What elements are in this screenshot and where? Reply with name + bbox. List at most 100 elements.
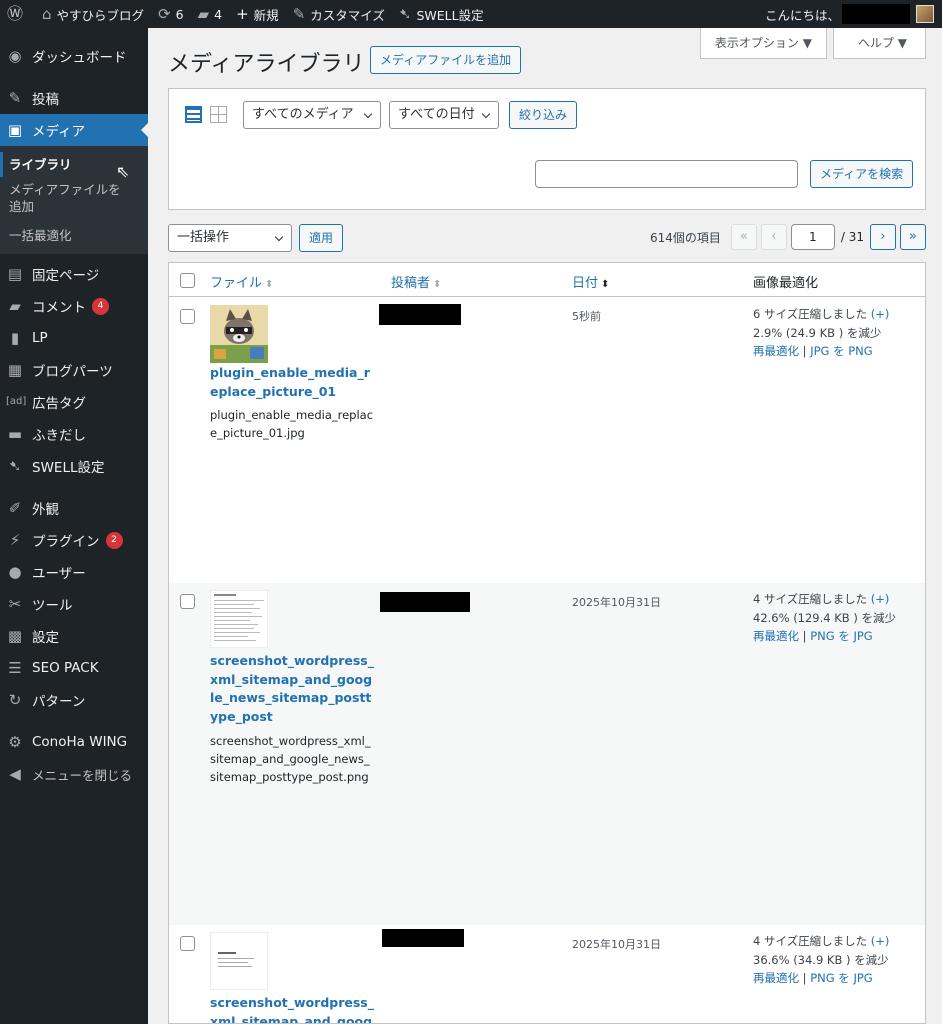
settings-icon: ▩ — [7, 626, 23, 645]
convert-format-link[interactable]: PNG を JPG — [810, 629, 873, 643]
menu-label: ふきだし — [32, 428, 86, 444]
menu-balloon[interactable]: ▬ ふきだし — [0, 418, 148, 450]
search-media-button[interactable]: メディアを検索 — [810, 160, 914, 188]
column-date[interactable]: 日付 ⬍ — [572, 272, 609, 291]
optimize-details-link[interactable]: (+) — [871, 934, 890, 948]
avatar — [916, 5, 934, 23]
site-name-item[interactable]: ⌂ やすひらブログ — [35, 0, 151, 28]
gear-icon: ⚙ — [8, 732, 22, 751]
menu-label: 固定ページ — [32, 268, 100, 284]
column-file[interactable]: ファイル ⬍ — [210, 272, 273, 291]
menu-users[interactable]: ● ユーザー — [0, 556, 148, 588]
menu-appearance[interactable]: ✐ 外観 — [0, 492, 148, 524]
convert-format-link[interactable]: PNG を JPG — [810, 971, 873, 985]
optimize-details-link[interactable]: (+) — [871, 307, 890, 321]
media-date: 2025年10月31日 — [572, 596, 661, 609]
row-checkbox[interactable] — [180, 309, 195, 324]
admin-sidebar: ◉ ダッシュボード ✎ 投稿 ▣ メディア ライブラリ メディアファイルを追加 … — [0, 28, 148, 1024]
reoptimize-link[interactable]: 再最適化 — [753, 971, 799, 985]
select-all-checkbox[interactable] — [180, 273, 195, 288]
page-title: メディアライブラリ — [168, 52, 365, 77]
mouse-cursor-icon: ⇖ — [116, 162, 130, 181]
menu-conoha-wing[interactable]: ⚙ ConoHa WING — [0, 726, 148, 758]
comments-badge: 4 — [92, 297, 109, 315]
menu-swell-settings[interactable]: ➷ SWELL設定 — [0, 450, 148, 482]
grid-view-icon[interactable] — [210, 106, 227, 123]
collapse-arrow-icon: ◀ — [9, 764, 21, 783]
redacted-username — [842, 4, 910, 24]
apply-button[interactable]: 適用 — [299, 224, 344, 252]
row-checkbox[interactable] — [180, 594, 195, 609]
new-content-item[interactable]: + 新規 — [229, 0, 286, 28]
media-title-link[interactable]: screenshot_wordpress_xml_sitemap_and_goo… — [210, 994, 375, 1023]
collapse-menu-button[interactable]: ◀ メニューを閉じる — [0, 758, 148, 790]
thumbnail-sitemap-screenshot[interactable] — [209, 931, 269, 991]
thumbnail-sitemap-screenshot[interactable] — [209, 589, 269, 649]
swell-settings-item[interactable]: ➷ SWELL設定 — [392, 0, 491, 28]
convert-format-link[interactable]: JPG を PNG — [810, 344, 873, 358]
menu-comments[interactable]: ▰ コメント 4 — [0, 290, 148, 322]
filter-button[interactable]: 絞り込み — [509, 101, 578, 129]
grid-icon: ▦ — [7, 360, 23, 379]
table-header: ファイル ⬍ 投稿者 ⬍ 日付 ⬍ 画像最適化 — [169, 263, 925, 297]
wordpress-logo-item[interactable]: Ⓦ — [0, 0, 35, 28]
date-select[interactable]: すべての日付 — [389, 101, 499, 129]
menu-plugins[interactable]: ⚡ プラグイン 2 — [0, 524, 148, 556]
new-label: 新規 — [253, 7, 279, 23]
optimize-details-link[interactable]: (+) — [871, 592, 890, 606]
column-author[interactable]: 投稿者 ⬍ — [391, 272, 441, 291]
column-label[interactable]: ファイル — [210, 276, 262, 291]
media-title-link[interactable]: screenshot_wordpress_xml_sitemap_and_goo… — [210, 652, 375, 726]
menu-patterns[interactable]: ↻ パターン — [0, 684, 148, 716]
media-search-input[interactable] — [535, 160, 798, 188]
wrench-icon: ✂ — [8, 594, 22, 613]
menu-posts[interactable]: ✎ 投稿 — [0, 82, 148, 114]
table-row: screenshot_wordpress_xml_sitemap_and_goo… — [169, 583, 925, 925]
menu-pages[interactable]: ▤ 固定ページ — [0, 258, 148, 290]
menu-label: メディア — [32, 124, 86, 140]
updates-item[interactable]: ⟳ 6 — [151, 0, 191, 28]
customize-label: カスタマイズ — [310, 7, 385, 23]
add-new-media-button[interactable]: メディアファイルを追加 — [370, 46, 522, 74]
menu-tools[interactable]: ✂ ツール — [0, 588, 148, 620]
menu-dashboard[interactable]: ◉ ダッシュボード — [0, 40, 148, 72]
optimize-summary: 4 サイズ圧縮しました — [753, 592, 868, 606]
menu-label: 投稿 — [32, 92, 59, 108]
bulk-action-select[interactable]: 一括操作 — [168, 224, 292, 252]
redacted-author — [380, 592, 470, 612]
media-title-link[interactable]: plugin_enable_media_replace_picture_01 — [210, 364, 375, 401]
my-account-item[interactable]: こんにちは、 — [758, 0, 942, 28]
optimize-summary: 4 サイズ圧縮しました — [753, 934, 868, 948]
screen-options-button[interactable]: 表示オプション ▼ — [699, 28, 827, 59]
current-page-input[interactable]: 1 — [790, 224, 835, 250]
menu-seo-pack[interactable]: ☰ SEO PACK — [0, 652, 148, 684]
optimize-saved: 36.6% (34.9 KB ) を減少 — [753, 952, 889, 967]
column-label[interactable]: 投稿者 — [391, 276, 430, 291]
menu-settings[interactable]: ▩ 設定 — [0, 620, 148, 652]
prev-page-button: ‹ — [760, 224, 787, 250]
comments-item[interactable]: ▰ 4 — [191, 0, 230, 28]
submenu-add-media[interactable]: メディアファイルを追加 — [0, 177, 140, 219]
menu-lp[interactable]: ▮ LP — [0, 322, 148, 354]
menu-media[interactable]: ▣ メディア — [0, 114, 148, 146]
thumbnail-raccoon-image[interactable] — [210, 305, 268, 363]
column-label[interactable]: 日付 — [572, 276, 598, 291]
menu-blog-parts[interactable]: ▦ ブログパーツ — [0, 354, 148, 386]
item-count: 614個の項目 — [649, 230, 721, 245]
optimize-saved: 42.6% (129.4 KB ) を減少 — [753, 610, 896, 625]
main-content: 表示オプション ▼ ヘルプ ▼ メディアライブラリ メディアファイルを追加 すべ… — [148, 28, 942, 1024]
home-icon: ⌂ — [42, 4, 52, 23]
column-image-optimize: 画像最適化 — [753, 272, 818, 291]
last-page-button[interactable]: » — [900, 224, 926, 250]
reoptimize-link[interactable]: 再最適化 — [753, 344, 799, 358]
row-checkbox[interactable] — [180, 936, 195, 951]
list-view-icon[interactable] — [185, 106, 202, 123]
media-type-select[interactable]: すべてのメディア — [243, 101, 381, 129]
submenu-bulk-optimize[interactable]: 一括最適化 — [0, 223, 148, 248]
balloon-icon: ▬ — [7, 424, 23, 443]
customize-item[interactable]: ✎ カスタマイズ — [286, 0, 392, 28]
help-button[interactable]: ヘルプ ▼ — [832, 28, 926, 59]
menu-ad-tag[interactable]: [ad] 広告タグ — [0, 386, 148, 418]
reoptimize-link[interactable]: 再最適化 — [753, 629, 799, 643]
next-page-button[interactable]: › — [870, 224, 896, 250]
